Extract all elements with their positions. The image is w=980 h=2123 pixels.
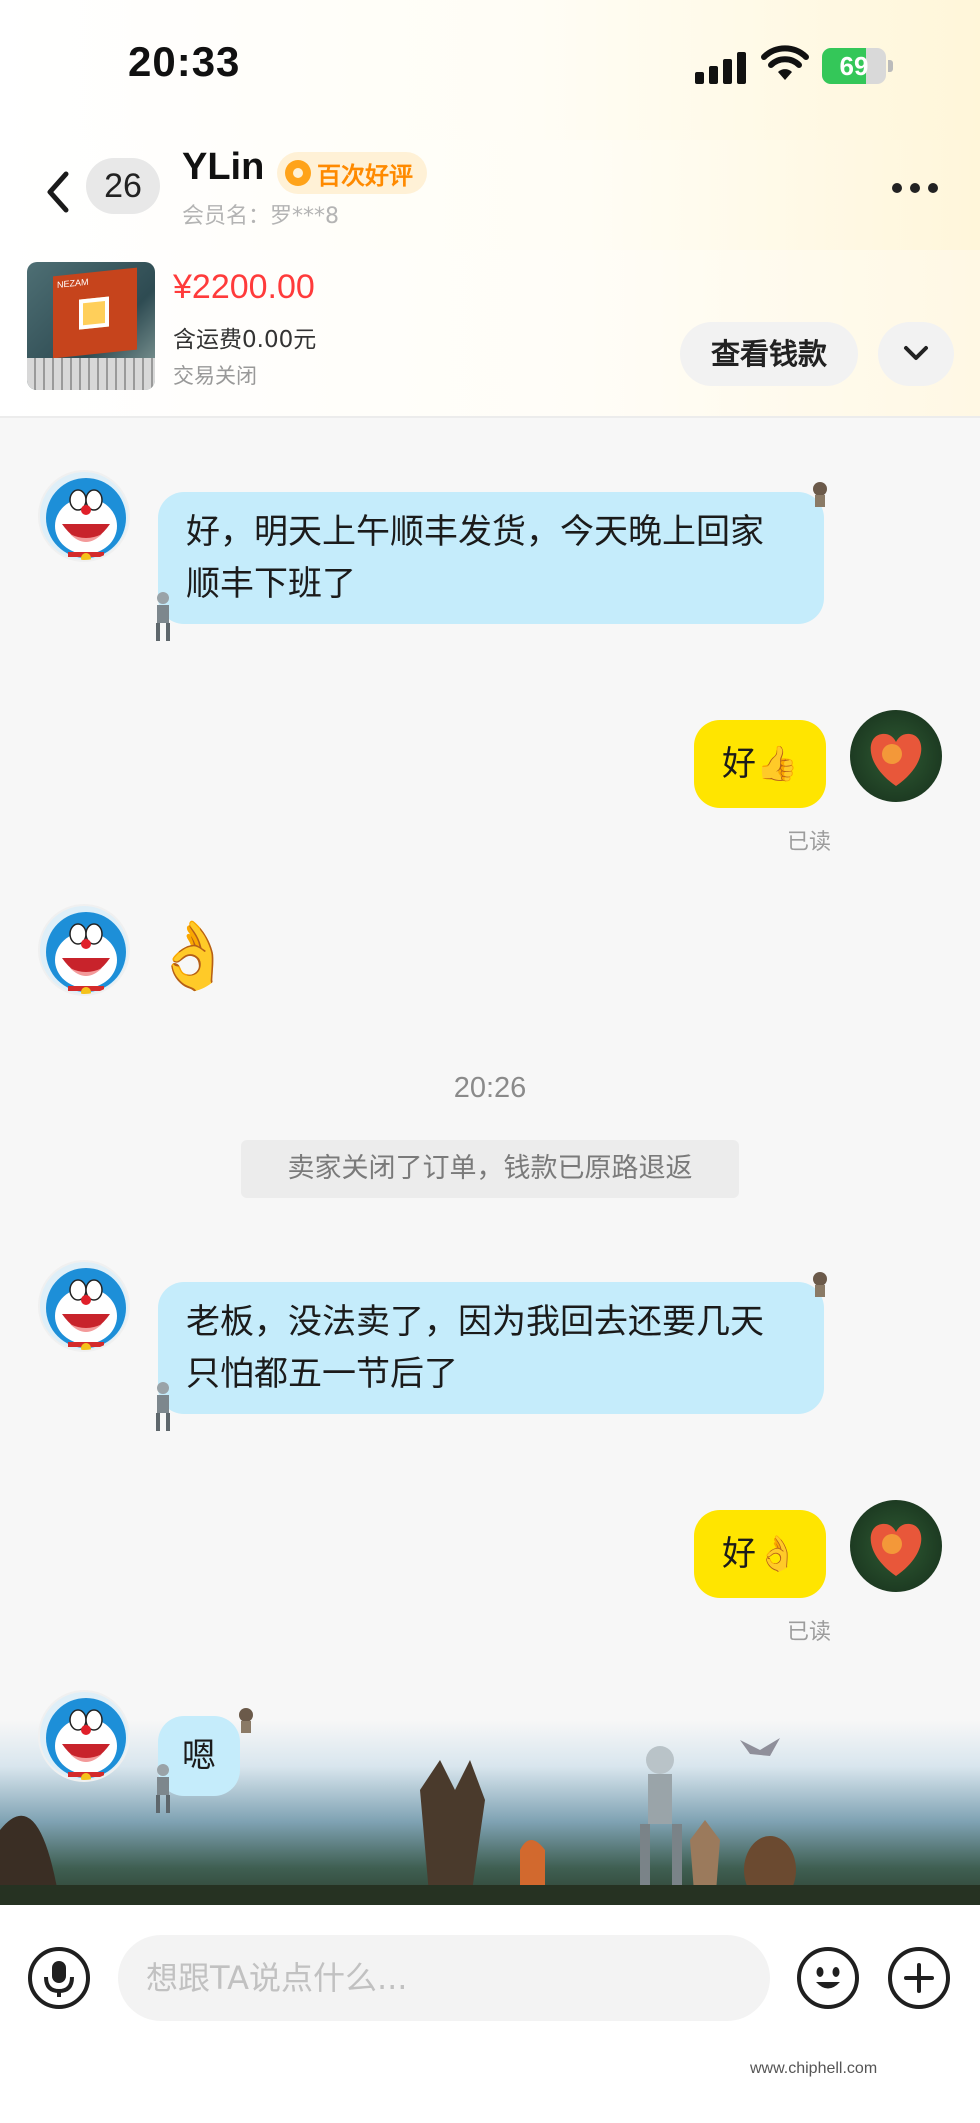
status-time: 20:33 bbox=[128, 38, 241, 85]
message-bubble[interactable]: 好👌 bbox=[694, 1510, 827, 1598]
message-text: 好👍 bbox=[722, 744, 799, 784]
voice-button[interactable] bbox=[28, 1947, 90, 2009]
doraemon-avatar-icon bbox=[46, 912, 126, 994]
heart-avatar-icon bbox=[870, 1523, 922, 1576]
message-text: 好👌 bbox=[722, 1534, 799, 1574]
shipping-fee: 含运费0.00元 bbox=[173, 327, 317, 353]
message-bubble[interactable]: 好👍 bbox=[694, 720, 827, 808]
chat-timestamp: 20:26 bbox=[453, 1072, 527, 1104]
chat-area-lower[interactable]: 老板，没法卖了，因为我回去还要几天只怕都五一节后了 好👌 已读 bbox=[0, 1230, 980, 1720]
contact-name[interactable]: YLin bbox=[182, 146, 264, 189]
view-payment-button[interactable]: 查看钱款 bbox=[680, 322, 858, 386]
product-card[interactable]: NEZAM ¥2200.00 含运费0.00元 交易关闭 查看钱款 bbox=[0, 250, 980, 418]
status-bar: 20:33 69 bbox=[0, 0, 980, 140]
review-badge-label: 百次好评 bbox=[317, 161, 413, 190]
read-receipt: 已读 bbox=[787, 830, 832, 855]
plus-circle-icon bbox=[904, 1963, 934, 1993]
message-text: 嗯 bbox=[182, 1736, 216, 1776]
unread-count-badge[interactable]: 26 bbox=[86, 158, 160, 214]
battery-level: 69 bbox=[839, 51, 869, 81]
read-receipt: 已读 bbox=[787, 1620, 832, 1645]
battery-icon: 69 bbox=[822, 48, 894, 84]
seller-avatar[interactable] bbox=[38, 904, 130, 996]
product-thumbnail[interactable]: NEZAM bbox=[27, 262, 155, 390]
more-horizontal-icon bbox=[892, 183, 902, 193]
input-bar bbox=[0, 1905, 980, 2123]
more-options-button[interactable] bbox=[892, 178, 952, 198]
robot-decoration-icon bbox=[156, 1382, 170, 1431]
microphone-icon bbox=[44, 1961, 74, 1997]
seller-avatar[interactable] bbox=[38, 1690, 130, 1782]
character-decoration-icon bbox=[813, 1272, 827, 1297]
smiley-icon bbox=[816, 1967, 840, 1989]
message-text: 老板，没法卖了，因为我回去还要几天只怕都五一节后了 bbox=[186, 1302, 764, 1394]
more-actions-button[interactable] bbox=[888, 1947, 950, 2009]
chevron-down-icon bbox=[904, 346, 928, 360]
character-decoration-icon bbox=[239, 1708, 253, 1733]
message-bubble[interactable]: 好，明天上午顺丰发货，今天晚上回家顺丰下班了 bbox=[158, 492, 824, 624]
message-text: 好，明天上午顺丰发货，今天晚上回家顺丰下班了 bbox=[186, 512, 764, 604]
message-bubble[interactable]: 老板，没法卖了，因为我回去还要几天只怕都五一节后了 bbox=[158, 1282, 824, 1414]
cellular-signal-icon bbox=[695, 50, 747, 84]
seller-avatar[interactable] bbox=[38, 470, 130, 562]
character-decoration-icon bbox=[813, 482, 827, 507]
emoji-button[interactable] bbox=[797, 1947, 859, 2009]
emoji-message[interactable]: 👌 bbox=[152, 916, 234, 996]
wifi-icon bbox=[761, 45, 809, 80]
product-price: ¥2200.00 bbox=[173, 268, 315, 306]
seller-avatar[interactable] bbox=[38, 1260, 130, 1352]
thumbnail-caption: NEZAM bbox=[57, 276, 89, 290]
chat-header: 26 YLin 百次好评 会员名：罗***8 bbox=[0, 140, 980, 250]
doraemon-avatar-icon bbox=[46, 1268, 126, 1350]
expand-button[interactable] bbox=[878, 322, 954, 386]
forest-animals-illustration bbox=[0, 1738, 980, 1905]
heart-avatar-icon bbox=[870, 733, 922, 786]
robot-decoration-icon bbox=[156, 1764, 170, 1813]
message-input[interactable] bbox=[118, 1935, 770, 2021]
member-name: 会员名：罗***8 bbox=[182, 204, 339, 229]
medal-icon bbox=[285, 160, 311, 186]
trade-status: 交易关闭 bbox=[173, 364, 257, 388]
robot-decoration-icon bbox=[156, 592, 170, 641]
my-avatar[interactable] bbox=[850, 710, 942, 802]
theme-scenery-banner bbox=[0, 1720, 980, 1905]
back-button[interactable] bbox=[38, 162, 78, 222]
doraemon-avatar-icon bbox=[46, 1698, 126, 1780]
my-avatar[interactable] bbox=[850, 1500, 942, 1592]
doraemon-avatar-icon bbox=[46, 478, 126, 560]
review-badge[interactable]: 百次好评 bbox=[277, 152, 427, 194]
system-notice: 卖家关闭了订单，钱款已原路退返 bbox=[241, 1140, 739, 1198]
watermark: www.chiphell.com bbox=[750, 2060, 878, 2077]
